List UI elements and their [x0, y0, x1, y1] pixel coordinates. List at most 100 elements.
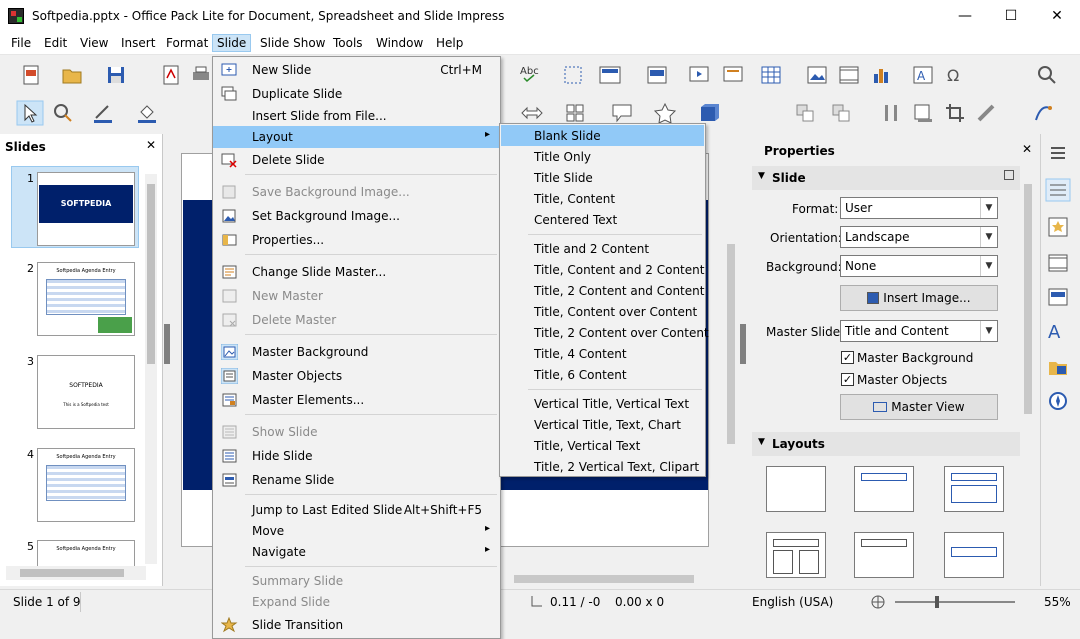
layout-item-title-content-and-2-content[interactable]: Title, Content and 2 Content — [501, 259, 704, 280]
scrollbar-thumb[interactable] — [1024, 184, 1032, 414]
layout-title-only[interactable] — [854, 466, 914, 512]
slide-thumbnail[interactable]: SOFTPEDIA This is a Softpedia test — [37, 355, 135, 429]
open-folder-icon[interactable] — [61, 64, 83, 86]
start-presentation-icon[interactable] — [688, 64, 710, 86]
collapse-arrow-icon[interactable]: ▼ — [758, 171, 765, 181]
menu-item-master-elements[interactable]: Master Elements... — [213, 389, 500, 411]
scrollbar-thumb[interactable] — [514, 575, 694, 583]
menu-file[interactable]: File — [11, 36, 31, 50]
menu-slide-show[interactable]: Slide Show — [260, 36, 325, 50]
menu-item-new-master[interactable]: New Master — [213, 285, 500, 307]
menu-item-new-slide[interactable]: New Slide Ctrl+M — [213, 59, 500, 81]
fill-color-icon[interactable] — [136, 102, 158, 124]
layout-item-blank-slide[interactable]: Blank Slide — [501, 125, 704, 146]
layout-title-2-content[interactable] — [944, 532, 1004, 578]
fit-slide-icon[interactable] — [870, 594, 886, 610]
collapse-arrow-icon[interactable]: ▼ — [758, 437, 765, 447]
layout-blank[interactable] — [766, 466, 826, 512]
master-objects-checkbox[interactable]: ✓ — [841, 373, 854, 386]
3d-object-icon[interactable] — [698, 102, 720, 124]
select-arrow-icon[interactable] — [16, 100, 44, 126]
slide-show-icon[interactable] — [722, 64, 744, 86]
layout-item-title-only[interactable]: Title Only — [501, 146, 704, 167]
menu-item-jump-to-last-edited-slide[interactable]: Jump to Last Edited Slide Alt+Shift+F5 — [213, 499, 500, 521]
new-document-icon[interactable] — [20, 64, 42, 86]
slides-collapse-handle[interactable] — [164, 324, 170, 364]
layout-item-title-2-content-over-content[interactable]: Title, 2 Content over Content — [501, 322, 709, 343]
menu-item-slide-transition[interactable]: Slide Transition — [213, 614, 500, 636]
layout-item-centered-text[interactable]: Centered Text — [501, 209, 704, 230]
spelling-icon[interactable]: Abc — [518, 62, 544, 84]
menu-window[interactable]: Window — [376, 36, 423, 50]
scrollbar-thumb[interactable] — [147, 184, 155, 364]
gallery-icon[interactable] — [1047, 356, 1069, 378]
menu-item-duplicate-slide[interactable]: Duplicate Slide — [213, 83, 500, 105]
distribute-icon[interactable] — [880, 102, 902, 124]
menu-tools[interactable]: Tools — [333, 36, 363, 50]
slide-thumbnail[interactable]: SOFTPEDIA — [37, 172, 135, 246]
line-color-icon[interactable] — [92, 102, 114, 124]
menu-item-delete-slide[interactable]: Delete Slide — [213, 149, 500, 171]
format-dropdown[interactable]: User ▼ — [840, 197, 998, 219]
menu-item-master-objects[interactable]: Master Objects — [213, 365, 500, 387]
menu-icon[interactable] — [1047, 142, 1069, 164]
menu-item-delete-master[interactable]: Delete Master — [213, 309, 500, 331]
flowchart-icon[interactable] — [564, 102, 586, 124]
layout-item-title-6-content[interactable]: Title, 6 Content — [501, 364, 704, 385]
media-icon[interactable] — [838, 64, 860, 86]
image-icon[interactable] — [806, 64, 828, 86]
crop-icon[interactable] — [944, 102, 966, 124]
star-icon[interactable] — [654, 102, 676, 124]
menu-item-move[interactable]: Move ▸ — [213, 520, 500, 542]
master-slides-icon[interactable] — [1047, 286, 1069, 308]
zoom-level[interactable]: 55% — [1044, 595, 1071, 609]
menu-edit[interactable]: Edit — [44, 36, 67, 50]
styles-icon[interactable]: A — [1047, 320, 1069, 342]
layout-item-title-2-content-and-content[interactable]: Title, 2 Content and Content — [501, 280, 704, 301]
slide-transition-icon[interactable] — [1047, 216, 1069, 238]
layout-item-title-slide[interactable]: Title Slide — [501, 167, 704, 188]
master-view-button[interactable]: Master View — [840, 394, 998, 420]
insert-image-button[interactable]: Insert Image... — [840, 285, 998, 311]
orientation-dropdown[interactable]: Landscape ▼ — [840, 226, 998, 248]
slide-thumbnail[interactable]: Softpedia Agenda Entry — [37, 540, 135, 568]
menu-help[interactable]: Help — [436, 36, 463, 50]
animation-icon[interactable] — [1047, 252, 1069, 274]
layout-item-title-vertical-text[interactable]: Title, Vertical Text — [501, 435, 704, 456]
menu-item-change-slide-master[interactable]: Change Slide Master... — [213, 261, 500, 283]
menu-item-rename-slide[interactable]: Rename Slide — [213, 469, 500, 491]
layout-item-title-content-over-content[interactable]: Title, Content over Content — [501, 301, 704, 322]
layout-title-slide[interactable] — [944, 466, 1004, 512]
scrollbar-thumb[interactable] — [727, 244, 735, 444]
background-dropdown[interactable]: None ▼ — [840, 255, 998, 277]
display-views-icon[interactable] — [598, 64, 622, 86]
master-slide-dropdown[interactable]: Title and Content ▼ — [840, 320, 998, 342]
text-box-icon[interactable]: A — [912, 64, 934, 86]
menu-item-properties[interactable]: Properties... — [213, 229, 500, 251]
menu-format[interactable]: Format — [166, 36, 208, 50]
points-icon[interactable] — [1032, 102, 1054, 124]
layout-item-title-and-2-content[interactable]: Title and 2 Content — [501, 238, 704, 259]
menu-slide[interactable]: Slide — [212, 34, 252, 52]
slides-vertical-scrollbar[interactable] — [145, 174, 157, 564]
menu-insert[interactable]: Insert — [121, 36, 155, 50]
filter-icon[interactable] — [976, 102, 1002, 124]
find-replace-icon[interactable] — [1036, 64, 1058, 86]
minimize-button[interactable]: — — [942, 0, 988, 32]
maximize-button[interactable]: ☐ — [988, 0, 1034, 32]
chart-icon[interactable] — [870, 64, 892, 86]
print-icon[interactable] — [190, 64, 212, 86]
slide-thumbnail[interactable]: Softpedia Agenda Entry — [37, 262, 135, 336]
more-options-icon[interactable] — [1004, 170, 1014, 180]
menu-view[interactable]: View — [80, 36, 108, 50]
menu-item-master-background[interactable]: Master Background — [213, 341, 500, 363]
layout-item-title-4-content[interactable]: Title, 4 Content — [501, 343, 704, 364]
slides-horizontal-scrollbar[interactable] — [6, 566, 146, 580]
menu-item-save-background-image[interactable]: Save Background Image... — [213, 181, 500, 203]
properties-scrollbar[interactable] — [1022, 170, 1034, 416]
menu-item-hide-slide[interactable]: Hide Slide — [213, 445, 500, 467]
align-icon[interactable] — [830, 102, 852, 124]
layout-item-title-content[interactable]: Title, Content — [501, 188, 704, 209]
double-arrow-icon[interactable] — [520, 102, 544, 124]
master-slide-icon[interactable] — [646, 64, 668, 86]
